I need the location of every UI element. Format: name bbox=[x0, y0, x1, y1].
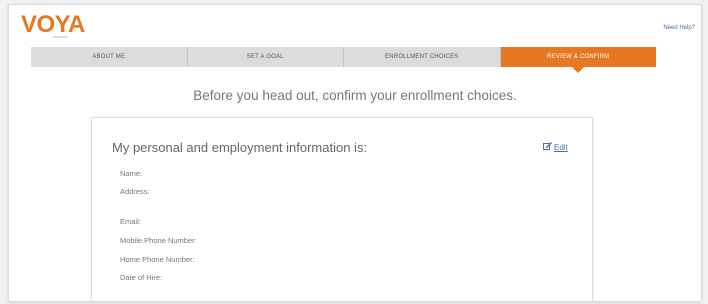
progress-tabs: ABOUT ME SET A GOAL ENROLLMENT CHOICES R… bbox=[31, 47, 656, 73]
voya-logo[interactable]: VOYA bbox=[21, 13, 85, 37]
field-name-label: Name: bbox=[120, 169, 143, 178]
personal-info-card: My personal and employment information i… bbox=[91, 117, 593, 301]
field-date-of-hire-label: Date of Hire: bbox=[120, 273, 163, 282]
edit-icon bbox=[543, 142, 552, 152]
field-home-phone-label: Home Phone Number: bbox=[120, 255, 195, 264]
field-address-label: Address: bbox=[120, 187, 150, 196]
need-help-link[interactable]: Need Help? bbox=[663, 25, 695, 31]
tab-about-me[interactable]: ABOUT ME bbox=[31, 47, 188, 67]
logo-subtext: FINANCIAL bbox=[53, 35, 69, 39]
tab-enrollment-choices[interactable]: ENROLLMENT CHOICES bbox=[344, 47, 501, 67]
page-headline: Before you head out, confirm your enroll… bbox=[193, 88, 517, 103]
field-mobile-phone-label: Mobile Phone Number: bbox=[120, 236, 197, 245]
tab-review-confirm[interactable]: REVIEW & CONFIRM bbox=[500, 47, 656, 73]
card-title: My personal and employment information i… bbox=[112, 140, 368, 155]
app-window: VOYA FINANCIAL Need Help? ABOUT ME SET A… bbox=[8, 4, 702, 302]
tab-set-a-goal[interactable]: SET A GOAL bbox=[187, 47, 344, 67]
field-email-label: Email: bbox=[120, 217, 141, 226]
edit-label: Edit bbox=[554, 142, 568, 152]
edit-link[interactable]: Edit bbox=[543, 142, 568, 152]
